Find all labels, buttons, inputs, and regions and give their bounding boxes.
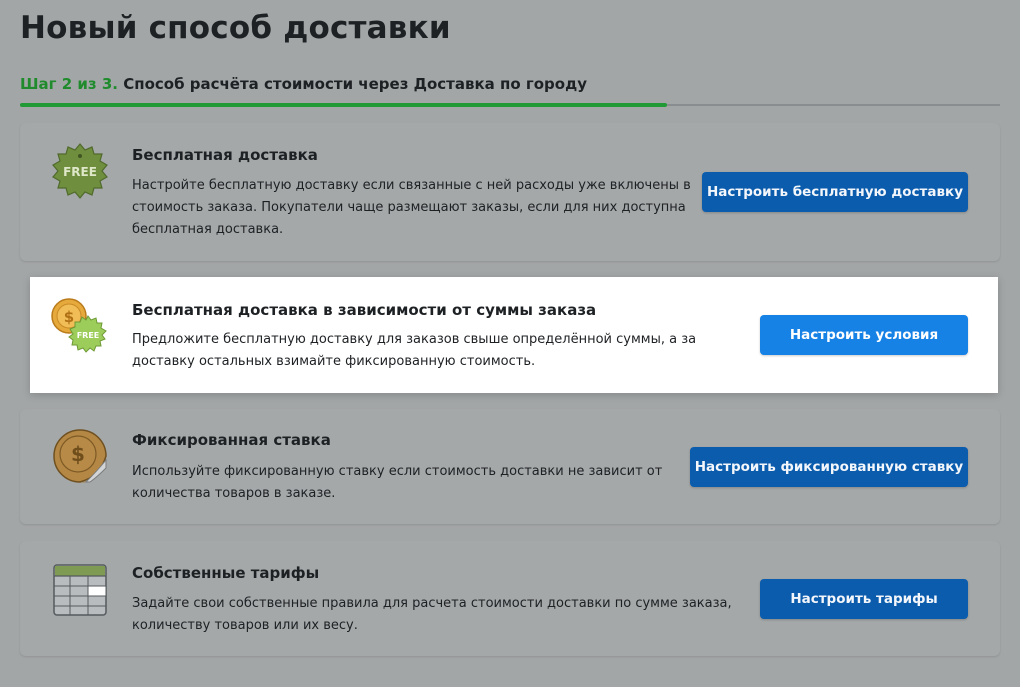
card-free-by-order-total: $ FREE Бесплатная доставка в зависимости…	[30, 277, 998, 393]
coin-free-badge-icon: $ FREE	[50, 294, 110, 354]
card-title: Бесплатная доставка	[132, 146, 318, 164]
setup-free-shipping-button[interactable]: Настроить бесплатную доставку	[702, 172, 968, 212]
progress-fill	[20, 103, 667, 107]
svg-text:$: $	[71, 442, 85, 466]
coin-sticker-icon: $	[50, 426, 110, 486]
card-description: Используйте фиксированную ставку если ст…	[132, 464, 663, 501]
card-description: Настройте бесплатную доставку если связа…	[132, 178, 691, 237]
setup-custom-rates-button[interactable]: Настроить тарифы	[760, 579, 968, 619]
free-badge-icon: FREE	[50, 141, 110, 201]
page-title: Новый способ доставки	[20, 10, 451, 46]
card-title: Собственные тарифы	[132, 564, 320, 582]
card-custom-rates: Собственные тарифы Задайте свои собствен…	[20, 541, 1000, 656]
progress-track	[20, 103, 1000, 107]
setup-conditions-button[interactable]: Настроить условия	[760, 315, 968, 355]
card-free-shipping: FREE Бесплатная доставка Настройте беспл…	[20, 123, 1000, 261]
card-description: Задайте свои собственные правила для рас…	[132, 596, 732, 633]
setup-flat-rate-button[interactable]: Настроить фиксированную ставку	[690, 447, 968, 487]
card-title: Фиксированная ставка	[132, 431, 331, 449]
svg-text:FREE: FREE	[77, 331, 100, 340]
shipping-method-page: Новый способ доставки Шаг 2 из 3. Способ…	[0, 0, 1020, 687]
card-title: Бесплатная доставка в зависимости от сум…	[132, 301, 597, 319]
step-indicator: Шаг 2 из 3. Способ расчёта стоимости чер…	[20, 75, 587, 93]
step-number: Шаг 2 из 3.	[20, 75, 118, 93]
card-description: Предложите бесплатную доставку для заказ…	[132, 332, 697, 369]
card-flat-rate: $ Фиксированная ставка Используйте фикси…	[20, 409, 1000, 524]
step-description: Способ расчёта стоимости через Доставка …	[117, 75, 587, 93]
svg-text:$: $	[64, 308, 74, 326]
table-icon	[50, 559, 110, 619]
svg-text:FREE: FREE	[63, 165, 97, 179]
